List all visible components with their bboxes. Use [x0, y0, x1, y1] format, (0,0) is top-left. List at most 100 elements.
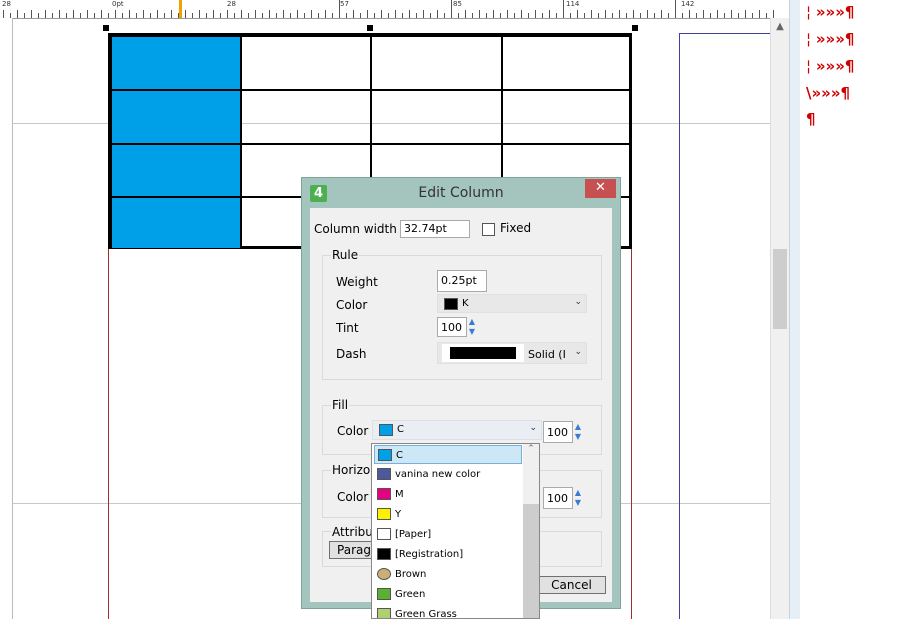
ruler-tick	[94, 13, 95, 18]
horizontal-ruler[interactable]: 28 0pt 28 57 85 114 142	[0, 0, 780, 19]
rule-color-select[interactable]: K ⌄	[437, 294, 587, 313]
pane-splitter[interactable]	[789, 0, 800, 619]
ruler-tick	[3, 10, 4, 18]
selection-handle[interactable]	[367, 25, 373, 31]
story-editor-pane[interactable]: ¦ »»»¶ ¦ »»»¶ ¦ »»»¶ \»»»¶ ¶	[800, 0, 904, 619]
ruler-tick	[290, 13, 291, 18]
color-swatch	[377, 608, 391, 618]
table-cell[interactable]	[502, 90, 632, 144]
ruler-tick	[626, 13, 627, 18]
ruler-tick	[255, 10, 256, 18]
selection-handle[interactable]	[103, 25, 109, 31]
scroll-up-arrow-icon[interactable]: ▲	[771, 18, 789, 36]
ruler-tick	[444, 13, 445, 18]
color-option[interactable]: [Paper]	[374, 525, 522, 544]
cancel-button[interactable]: Cancel	[537, 576, 606, 594]
table-cell[interactable]	[371, 90, 502, 144]
dialog-title-bar[interactable]: 4 Edit Column ✕	[302, 178, 620, 208]
story-line: ¦ »»»¶	[806, 3, 855, 21]
ruler-label: 85	[453, 0, 462, 8]
ruler-tick	[297, 10, 298, 18]
spin-up-icon[interactable]: ▲	[573, 422, 583, 431]
color-option[interactable]: M	[374, 485, 522, 504]
ruler-tick	[241, 10, 242, 18]
table-cell[interactable]	[111, 36, 241, 90]
color-option[interactable]: Brown	[374, 565, 522, 584]
table-cell[interactable]	[371, 36, 502, 90]
spin-up-icon[interactable]: ▲	[467, 317, 477, 326]
rule-group-label: Rule	[331, 248, 360, 262]
color-option-label: [Paper]	[395, 529, 432, 540]
ruler-tick	[38, 13, 39, 18]
story-line: \»»»¶	[806, 84, 851, 102]
fill-tint-spinner[interactable]: ▲ ▼	[573, 422, 583, 442]
table-cell[interactable]	[111, 90, 241, 144]
tint-input[interactable]: 100	[437, 317, 467, 337]
ruler-tick	[640, 13, 641, 18]
fixed-checkbox[interactable]	[482, 223, 495, 236]
dash-select[interactable]: Solid (I ⌄	[437, 342, 587, 364]
ruler-tick	[206, 13, 207, 18]
dropdown-scrollbar[interactable]: ⌃	[523, 444, 539, 618]
ruler-tick	[773, 10, 774, 18]
color-option[interactable]: Green Grass	[374, 605, 522, 618]
table-cell[interactable]	[111, 144, 241, 197]
color-option[interactable]: Y	[374, 505, 522, 524]
spin-up-icon[interactable]: ▲	[573, 488, 583, 497]
color-option[interactable]: vanina new color	[374, 465, 522, 484]
fill-tint-input[interactable]: 100	[543, 421, 573, 443]
ruler-tick	[528, 13, 529, 18]
color-option-label: vanina new color	[395, 469, 481, 480]
ruler-tick	[654, 13, 655, 18]
color-option-label: Brown	[395, 569, 427, 580]
spin-down-icon[interactable]: ▼	[573, 432, 583, 441]
spin-down-icon[interactable]: ▼	[467, 327, 477, 336]
ruler-tick	[325, 10, 326, 18]
ruler-tick	[262, 13, 263, 18]
fill-color-select[interactable]: C ⌄	[372, 420, 542, 440]
tint-spinner[interactable]: ▲ ▼	[467, 317, 477, 337]
horizontal-tint-spinner[interactable]: ▲ ▼	[573, 488, 583, 508]
scrollbar-thumb[interactable]	[773, 249, 787, 329]
table-cell[interactable]	[502, 36, 632, 90]
ruler-tick	[619, 10, 620, 18]
ruler-tick	[668, 13, 669, 18]
weight-input[interactable]: 0.25pt	[437, 270, 487, 292]
ruler-tick	[52, 13, 53, 18]
ruler-tick	[381, 10, 382, 18]
color-swatch	[377, 548, 391, 560]
ruler-tick	[332, 13, 333, 18]
ruler-label: 114	[566, 0, 580, 8]
scrollbar-thumb[interactable]	[523, 504, 539, 618]
ruler-tick	[276, 13, 277, 18]
table-cell[interactable]	[241, 36, 371, 90]
close-icon[interactable]: ✕	[585, 179, 616, 198]
fill-color-label: Color	[337, 424, 369, 438]
ruler-tick	[66, 13, 67, 18]
ruler-tick	[731, 10, 732, 18]
canvas-scrollbar[interactable]: ▲	[770, 18, 789, 619]
column-width-label: Column width	[314, 222, 397, 236]
color-option[interactable]: [Registration]	[374, 545, 522, 564]
dash-value: Solid (I	[528, 348, 566, 361]
spin-down-icon[interactable]: ▼	[573, 498, 583, 507]
fill-color-dropdown-list[interactable]: Cvanina new color M Y [Paper] [Registration]…	[371, 443, 540, 619]
table-cell[interactable]	[111, 197, 241, 249]
color-option[interactable]: Green	[374, 585, 522, 604]
table-cell[interactable]	[241, 90, 371, 144]
ruler-tick	[157, 10, 158, 18]
color-option[interactable]: C	[374, 445, 522, 464]
ruler-tick	[143, 10, 144, 18]
column-width-input[interactable]: 32.74pt	[400, 220, 470, 238]
vertical-ruler[interactable]	[0, 18, 13, 619]
column-guide-top	[679, 33, 770, 34]
color-option-label: C	[396, 450, 403, 461]
scroll-up-arrow-icon[interactable]: ⌃	[523, 444, 539, 458]
ruler-tick	[514, 13, 515, 18]
ruler-tick	[507, 10, 508, 18]
ruler-tick	[759, 10, 760, 18]
chevron-down-icon: ⌄	[574, 347, 582, 357]
selection-handle[interactable]	[632, 25, 638, 31]
tint-label: Tint	[336, 321, 359, 335]
horizontal-tint-input[interactable]: 100	[543, 487, 573, 509]
